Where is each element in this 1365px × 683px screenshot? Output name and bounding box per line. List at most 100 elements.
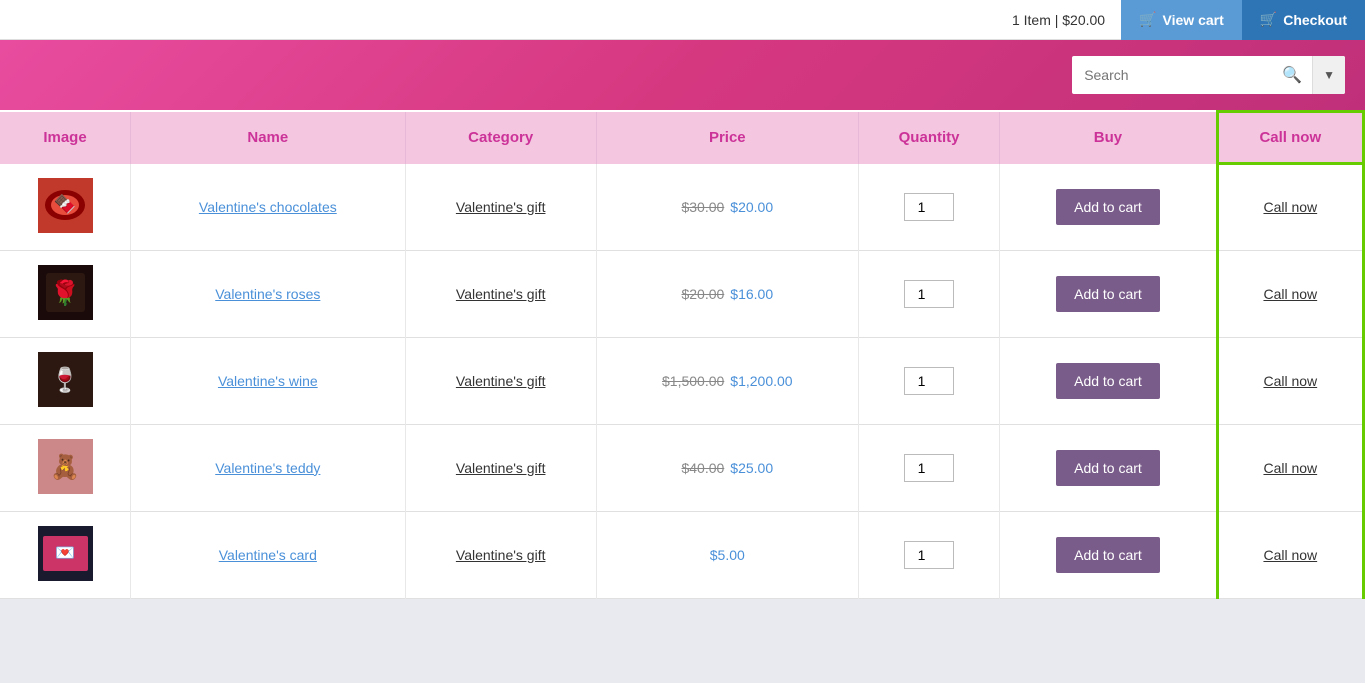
col-quantity: Quantity bbox=[858, 112, 999, 164]
top-bar: 1 Item | $20.00 🛒 View cart 🛒 Checkout bbox=[0, 0, 1365, 40]
product-quantity-cell bbox=[858, 337, 999, 424]
chevron-down-icon: ▼ bbox=[1323, 68, 1335, 82]
product-name-link[interactable]: Valentine's roses bbox=[215, 286, 320, 302]
product-image bbox=[38, 352, 93, 407]
product-callnow-cell: Call now bbox=[1217, 337, 1363, 424]
product-quantity-cell bbox=[858, 511, 999, 598]
product-quantity-cell bbox=[858, 424, 999, 511]
product-name-link[interactable]: Valentine's chocolates bbox=[199, 199, 337, 215]
product-price-cell: $20.00 $16.00 bbox=[596, 250, 858, 337]
price-sale: $16.00 bbox=[730, 286, 773, 302]
call-now-link[interactable]: Call now bbox=[1263, 373, 1317, 389]
product-name-link[interactable]: Valentine's wine bbox=[218, 373, 318, 389]
price-original: $1,500.00 bbox=[662, 373, 724, 389]
call-now-link[interactable]: Call now bbox=[1263, 547, 1317, 563]
table-body: Valentine's chocolates Valentine's gift $3… bbox=[0, 164, 1364, 599]
call-now-link[interactable]: Call now bbox=[1263, 286, 1317, 302]
search-box: 🔍 ▼ bbox=[1072, 56, 1345, 94]
product-name-cell: Valentine's teddy bbox=[131, 424, 406, 511]
add-to-cart-button[interactable]: Add to cart bbox=[1056, 189, 1160, 225]
product-image bbox=[38, 439, 93, 494]
product-name-cell: Valentine's card bbox=[131, 511, 406, 598]
quantity-input[interactable] bbox=[904, 193, 954, 221]
product-table: Image Name Category Price Quantity Buy C… bbox=[0, 110, 1365, 599]
product-price-cell: $30.00 $20.00 bbox=[596, 164, 858, 251]
col-name: Name bbox=[131, 112, 406, 164]
product-buy-cell: Add to cart bbox=[1000, 424, 1217, 511]
add-to-cart-button[interactable]: Add to cart bbox=[1056, 276, 1160, 312]
col-callnow: Call now bbox=[1217, 112, 1363, 164]
product-category-cell: Valentine's gift bbox=[405, 164, 596, 251]
product-table-wrapper: Image Name Category Price Quantity Buy C… bbox=[0, 110, 1365, 599]
product-callnow-cell: Call now bbox=[1217, 424, 1363, 511]
category-link[interactable]: Valentine's gift bbox=[456, 199, 546, 215]
quantity-input[interactable] bbox=[904, 541, 954, 569]
product-category-cell: Valentine's gift bbox=[405, 250, 596, 337]
product-category-cell: Valentine's gift bbox=[405, 337, 596, 424]
search-button[interactable]: 🔍 bbox=[1272, 65, 1312, 85]
category-link[interactable]: Valentine's gift bbox=[456, 373, 546, 389]
col-price: Price bbox=[596, 112, 858, 164]
search-input[interactable] bbox=[1072, 67, 1272, 83]
checkout-button[interactable]: 🛒 Checkout bbox=[1242, 0, 1365, 40]
search-icon: 🔍 bbox=[1282, 67, 1302, 84]
product-buy-cell: Add to cart bbox=[1000, 337, 1217, 424]
category-link[interactable]: Valentine's gift bbox=[456, 547, 546, 563]
product-image-cell bbox=[0, 164, 131, 251]
quantity-input[interactable] bbox=[904, 367, 954, 395]
add-to-cart-button[interactable]: Add to cart bbox=[1056, 450, 1160, 486]
product-name-link[interactable]: Valentine's teddy bbox=[215, 460, 320, 476]
product-callnow-cell: Call now bbox=[1217, 164, 1363, 251]
product-price-cell: $1,500.00 $1,200.00 bbox=[596, 337, 858, 424]
table-row: Valentine's chocolates Valentine's gift $3… bbox=[0, 164, 1364, 251]
product-image bbox=[38, 526, 93, 581]
product-quantity-cell bbox=[858, 164, 999, 251]
product-image bbox=[38, 178, 93, 233]
price-original: $20.00 bbox=[681, 286, 724, 302]
table-row: Valentine's wine Valentine's gift $1,500.0… bbox=[0, 337, 1364, 424]
search-dropdown-button[interactable]: ▼ bbox=[1312, 56, 1345, 94]
table-row: Valentine's cardValentine's gift$5.00Add… bbox=[0, 511, 1364, 598]
view-cart-button[interactable]: 🛒 View cart bbox=[1121, 0, 1242, 40]
quantity-input[interactable] bbox=[904, 454, 954, 482]
price-original: $30.00 bbox=[681, 199, 724, 215]
add-to-cart-button[interactable]: Add to cart bbox=[1056, 363, 1160, 399]
product-price-cell: $40.00 $25.00 bbox=[596, 424, 858, 511]
col-image: Image bbox=[0, 112, 131, 164]
quantity-input[interactable] bbox=[904, 280, 954, 308]
view-cart-label: View cart bbox=[1163, 12, 1224, 28]
cart-info: 1 Item | $20.00 bbox=[996, 12, 1121, 28]
col-category: Category bbox=[405, 112, 596, 164]
price-sale: $20.00 bbox=[730, 199, 773, 215]
category-link[interactable]: Valentine's gift bbox=[456, 286, 546, 302]
product-name-link[interactable]: Valentine's card bbox=[219, 547, 317, 563]
table-row: Valentine's teddyValentine's gift$40.00$… bbox=[0, 424, 1364, 511]
price-sale: $1,200.00 bbox=[730, 373, 792, 389]
product-image bbox=[38, 265, 93, 320]
product-quantity-cell bbox=[858, 250, 999, 337]
price-original: $40.00 bbox=[681, 460, 724, 476]
category-link[interactable]: Valentine's gift bbox=[456, 460, 546, 476]
table-row: Valentine's rosesValentine's gift$20.00$… bbox=[0, 250, 1364, 337]
product-image-cell bbox=[0, 250, 131, 337]
call-now-link[interactable]: Call now bbox=[1263, 460, 1317, 476]
product-category-cell: Valentine's gift bbox=[405, 424, 596, 511]
call-now-link[interactable]: Call now bbox=[1263, 199, 1317, 215]
product-name-cell: Valentine's wine bbox=[131, 337, 406, 424]
product-name-cell: Valentine's roses bbox=[131, 250, 406, 337]
header-banner: 🔍 ▼ bbox=[0, 40, 1365, 110]
product-image-cell bbox=[0, 511, 131, 598]
product-buy-cell: Add to cart bbox=[1000, 511, 1217, 598]
product-image-cell bbox=[0, 337, 131, 424]
product-buy-cell: Add to cart bbox=[1000, 250, 1217, 337]
cart-icon: 🛒 bbox=[1139, 11, 1156, 28]
product-name-cell: Valentine's chocolates bbox=[131, 164, 406, 251]
col-buy: Buy bbox=[1000, 112, 1217, 164]
product-callnow-cell: Call now bbox=[1217, 250, 1363, 337]
product-category-cell: Valentine's gift bbox=[405, 511, 596, 598]
product-callnow-cell: Call now bbox=[1217, 511, 1363, 598]
add-to-cart-button[interactable]: Add to cart bbox=[1056, 537, 1160, 573]
checkout-icon: 🛒 bbox=[1260, 11, 1277, 28]
price-sale: $25.00 bbox=[730, 460, 773, 476]
table-header: Image Name Category Price Quantity Buy C… bbox=[0, 112, 1364, 164]
